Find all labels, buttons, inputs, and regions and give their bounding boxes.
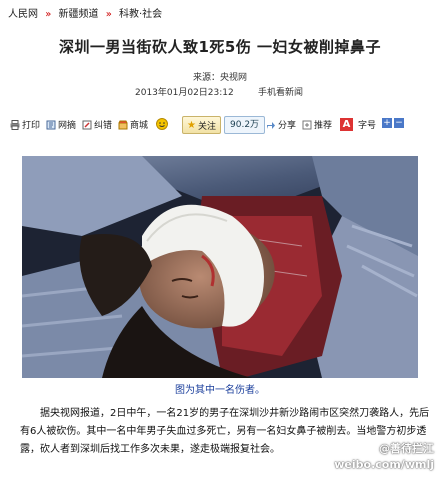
print-label: 打印 [22, 121, 41, 131]
article-source: 来源：央视网 [192, 73, 247, 83]
recommend-button[interactable]: 推荐 [302, 118, 332, 131]
breadcrumb-separator: » [45, 9, 52, 20]
font-a-icon-wrap: A [340, 118, 353, 131]
error-label: 纠错 [94, 121, 113, 131]
watermark-url: weibo.com/wmlj [334, 458, 434, 471]
plus-icon: + [382, 118, 392, 128]
photo-caption: 图为其中一名伤者。 [175, 385, 265, 396]
mall-label: 商城 [130, 121, 149, 131]
follower-count: 90.2万 [224, 116, 266, 134]
breadcrumb-item-channel[interactable]: 新疆频道 [59, 9, 99, 20]
share-icon [267, 121, 275, 129]
breadcrumb-separator: » [105, 9, 112, 20]
recommend-label: 推荐 [314, 121, 333, 131]
star-icon: ★ [187, 119, 196, 131]
smiley-icon-wrap [156, 118, 168, 130]
minus-icon: − [394, 118, 404, 128]
article-date: 2013年01月02日23:12 [135, 88, 234, 98]
breadcrumb-item-section[interactable]: 科教·社会 [119, 9, 162, 20]
smiley-icon [156, 118, 168, 130]
share-button[interactable]: 分享 [266, 118, 296, 131]
article-title: 深圳一男当街砍人致1死5伤 一妇女被削掉鼻子 [58, 38, 382, 56]
netpick-label: 网摘 [58, 121, 77, 131]
share-label: 分享 [278, 121, 297, 131]
printer-icon [10, 119, 20, 130]
font-decrease-button[interactable]: − [394, 118, 404, 128]
font-increase-button[interactable]: + [382, 118, 392, 128]
font-a-icon: A [340, 118, 353, 131]
weibo-watermark: @善待拦江 weibo.com/wmlj [334, 441, 434, 473]
font-size-label-wrap: 字号 [358, 118, 376, 131]
injured-person-image [22, 156, 418, 378]
mobile-news-link[interactable]: 手机看新闻 [258, 85, 303, 98]
error-button[interactable]: 纠错 [82, 118, 112, 131]
watermark-handle: @善待拦江 [379, 442, 434, 455]
recommend-icon [302, 120, 312, 129]
article-toolbar: 打印 网摘 纠错 商城 ★ 关注 90.2万 分享 推荐 A 字号 + − [10, 116, 430, 136]
edit-icon [82, 120, 92, 129]
font-size-label: 字号 [358, 121, 377, 131]
netpick-button[interactable]: 网摘 [46, 118, 76, 131]
follow-button[interactable]: ★ 关注 [182, 116, 221, 134]
shop-icon [118, 120, 128, 129]
breadcrumb-item-home[interactable]: 人民网 [8, 9, 38, 20]
bookmark-icon [46, 120, 56, 129]
mall-button[interactable]: 商城 [118, 118, 148, 131]
breadcrumb: 人民网 » 新疆频道 » 科教·社会 [8, 5, 162, 20]
follow-label: 关注 [197, 121, 216, 132]
news-photo [22, 156, 418, 378]
print-button[interactable]: 打印 [10, 118, 40, 131]
